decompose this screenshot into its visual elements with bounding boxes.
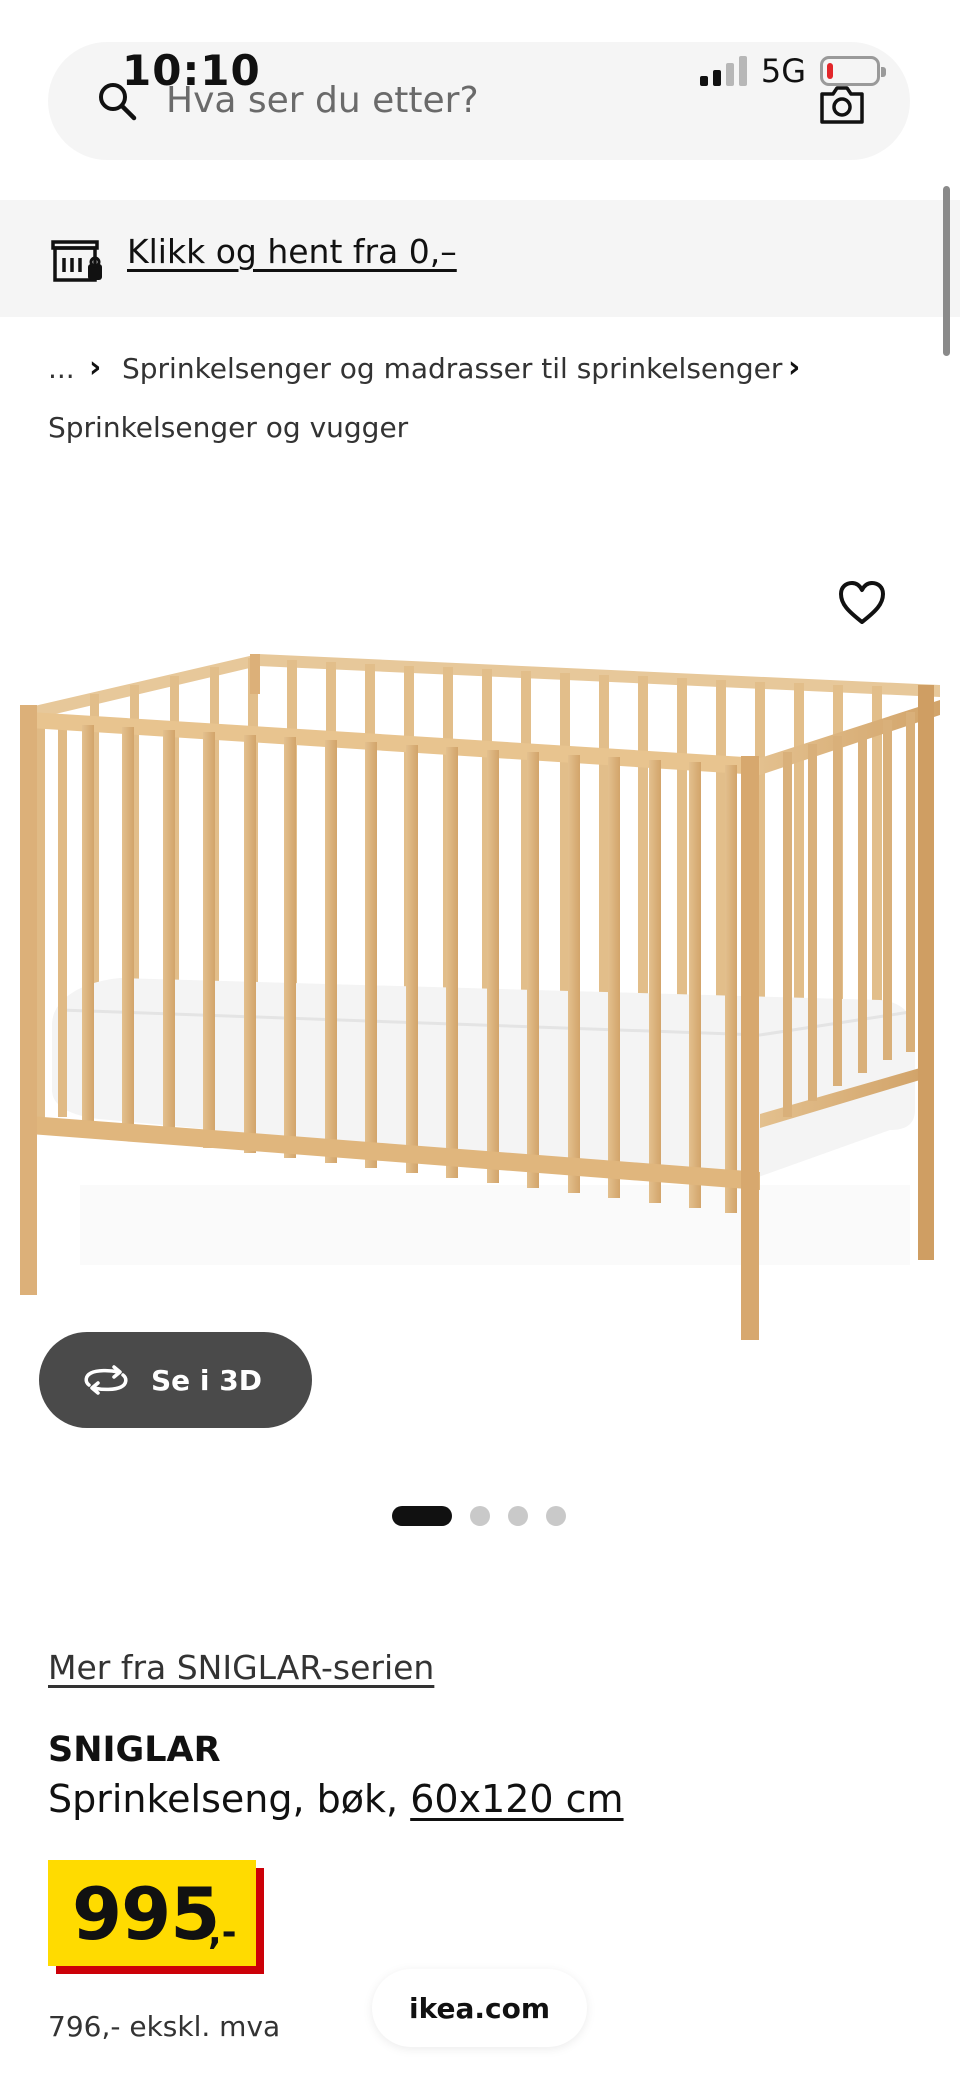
camera-icon[interactable] <box>818 84 866 126</box>
product-name: SNIGLAR <box>48 1730 221 1770</box>
breadcrumb-ellipsis[interactable]: ... <box>48 352 75 385</box>
carousel-dot-active[interactable] <box>392 1506 452 1526</box>
product-type: Sprinkelseng, bøk, <box>48 1777 399 1821</box>
signal-icon <box>699 56 747 86</box>
product-price: 995 <box>72 1872 220 1956</box>
store-pickup-icon <box>51 240 102 282</box>
product-size-link[interactable]: 60x120 cm <box>410 1777 623 1821</box>
chevron-right-icon: › <box>89 350 102 385</box>
chevron-right-icon: › <box>788 350 801 385</box>
breadcrumb-item[interactable]: Sprinkelsenger og vugger <box>48 411 408 444</box>
browser-url-bar[interactable]: ikea.com <box>372 1969 587 2047</box>
view-3d-button[interactable]: Se i 3D <box>39 1332 312 1428</box>
product-description: Sprinkelseng, bøk, 60x120 cm <box>48 1777 624 1821</box>
battery-icon <box>820 56 886 86</box>
rotate-icon <box>84 1365 128 1395</box>
series-link[interactable]: Mer fra SNIGLAR-serien <box>48 1648 434 1687</box>
price-excl-vat: 796,- ekskl. mva <box>48 2010 281 2043</box>
heart-icon[interactable] <box>838 580 886 626</box>
view-3d-label: Se i 3D <box>151 1363 262 1397</box>
click-collect-link[interactable]: Klikk og hent fra 0,– <box>127 232 457 271</box>
carousel-dot[interactable] <box>470 1506 490 1526</box>
carousel-indicator <box>392 1506 566 1526</box>
search-input[interactable]: Hva ser du etter? <box>166 80 479 121</box>
carousel-dot[interactable] <box>508 1506 528 1526</box>
product-image[interactable] <box>0 640 960 1340</box>
carousel-dot[interactable] <box>546 1506 566 1526</box>
breadcrumb-item[interactable]: Sprinkelsenger og madrasser til sprinkel… <box>122 352 782 385</box>
search-icon <box>99 83 137 121</box>
scrollbar[interactable] <box>943 186 950 356</box>
price-suffix: ,- <box>208 1912 237 1953</box>
network-type: 5G <box>760 52 806 90</box>
